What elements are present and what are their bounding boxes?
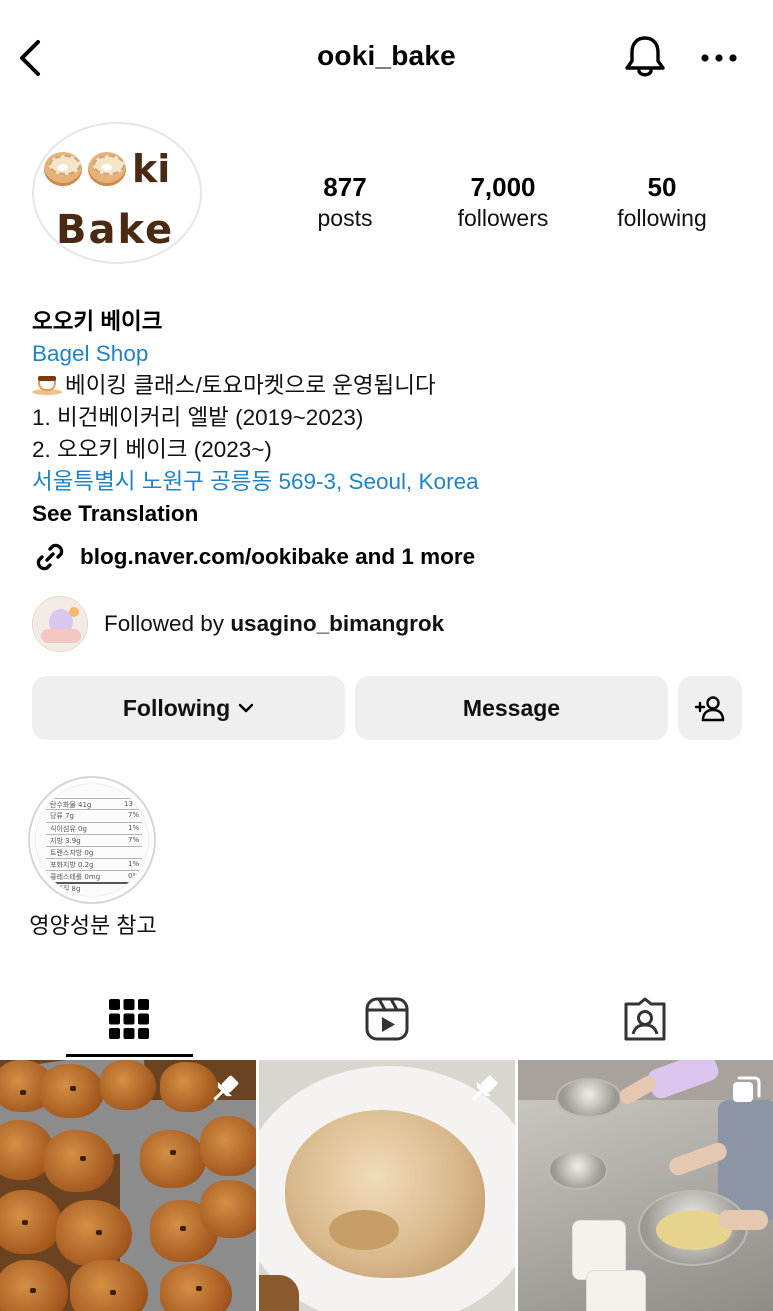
following-label: following <box>617 205 707 231</box>
profile-bio: 오오키 베이크 Bagel Shop 베이킹 클래스/토요마켓으로 운영됩니다 … <box>32 306 752 530</box>
link-icon <box>36 543 64 571</box>
post-thumbnail[interactable] <box>0 1060 256 1311</box>
coffee-cup-icon <box>32 375 62 395</box>
profile-tabs <box>0 980 773 1058</box>
tagged-icon <box>624 997 666 1041</box>
nutrition-line: 7% <box>128 811 140 819</box>
nutrition-line: 포화지방 0.2g <box>50 861 94 869</box>
logo-top-row: ki <box>44 150 170 188</box>
nutrition-line: 트랜스지방 0g <box>50 849 94 857</box>
nutrition-line: 당류 7g <box>50 812 75 820</box>
logo-bake-text: Bake <box>56 207 175 253</box>
bio-line-3: 2. 오오키 베이크 (2023~) <box>32 437 272 462</box>
following-count: 50 <box>647 172 677 202</box>
active-tab-indicator <box>66 1054 193 1057</box>
tab-reels[interactable] <box>258 980 516 1058</box>
nutrition-line: 식이섬유 0g <box>50 825 87 833</box>
multiple-photos-icon <box>733 1076 761 1102</box>
pin-icon <box>213 1075 239 1101</box>
reels-icon <box>365 997 409 1041</box>
see-translation-button[interactable]: See Translation <box>32 498 752 530</box>
nutrition-label-thumbnail: 탄수화물 41g 13 당류 7g 7% 식이섬유 0g 1% 지방 3.9g … <box>35 783 149 897</box>
bell-icon[interactable] <box>620 32 670 82</box>
followed-by-username[interactable]: usagino_bimangrok <box>230 611 444 636</box>
post-thumbnail[interactable] <box>259 1060 515 1311</box>
post-thumbnail[interactable] <box>518 1060 773 1311</box>
bio-line-1: 베이킹 클래스/토요마켓으로 운영됩니다 <box>32 370 752 402</box>
logo-ki-text: ki <box>132 147 171 191</box>
add-user-button[interactable] <box>678 676 742 740</box>
bagel-o-graphic <box>44 152 82 186</box>
following-button-label: Following <box>122 694 231 721</box>
tab-posts-grid[interactable] <box>0 980 258 1058</box>
following-button[interactable]: Following <box>32 676 345 740</box>
story-highlight[interactable]: 탄수화물 41g 13 당류 7g 7% 식이섬유 0g 1% 지방 3.9g … <box>28 776 156 904</box>
followed-by-text: Followed by usagino_bimangrok <box>104 611 444 637</box>
story-highlight-label[interactable]: 영양성분 참고 <box>0 908 186 940</box>
message-button[interactable]: Message <box>355 676 668 740</box>
external-link-row[interactable]: blog.naver.com/ookibake and 1 more <box>32 538 475 576</box>
nutrition-line: 1% <box>128 860 140 868</box>
avatar-logo: ki Bake <box>32 122 202 264</box>
tab-tagged[interactable] <box>516 980 773 1058</box>
posts-label: posts <box>317 205 373 231</box>
chevron-down-icon <box>238 703 254 713</box>
stat-followers[interactable]: 7,000 followers <box>440 172 566 234</box>
mutual-follower-avatar[interactable] <box>32 596 88 652</box>
top-bar: ooki_bake <box>0 0 773 116</box>
nutrition-line: 단백질 8g <box>50 885 81 893</box>
external-link-text[interactable]: blog.naver.com/ookibake and 1 more <box>80 544 475 570</box>
profile-avatar[interactable]: ki Bake <box>32 122 202 264</box>
nutrition-line: 콜레스테롤 0mg <box>50 873 101 881</box>
more-horizontal-icon[interactable] <box>697 40 741 76</box>
followed-by-prefix: Followed by <box>104 611 231 636</box>
bio-line-1-text: 베이킹 클래스/토요마켓으로 운영됩니다 <box>65 373 436 398</box>
grid-icon <box>109 999 149 1039</box>
nutrition-line: 지방 3.9g <box>50 837 81 845</box>
posts-count: 877 <box>323 172 367 202</box>
nutrition-line: 13 <box>124 800 133 808</box>
followers-label: followers <box>457 205 549 231</box>
pin-icon <box>472 1075 498 1101</box>
category-label[interactable]: Bagel Shop <box>32 338 752 370</box>
message-button-label: Message <box>462 694 561 721</box>
display-name: 오오키 베이크 <box>32 309 163 334</box>
nutrition-line: 0% <box>128 872 140 880</box>
followers-count: 7,000 <box>470 172 536 202</box>
stat-following[interactable]: 50 following <box>606 172 718 234</box>
followed-by-row[interactable]: Followed by usagino_bimangrok <box>32 596 444 652</box>
address-link[interactable]: 서울특별시 노원구 공릉동 569-3, Seoul, Korea <box>32 466 752 498</box>
nutrition-line: 14 <box>126 884 135 892</box>
bagel-o-graphic <box>88 152 126 186</box>
bio-line-2: 1. 비건베이커리 엘밭 (2019~2023) <box>32 405 364 430</box>
stat-posts[interactable]: 877 posts <box>300 172 390 234</box>
nutrition-line: 1% <box>128 824 140 832</box>
add-user-icon <box>694 696 725 722</box>
nutrition-line: 7% <box>128 836 140 844</box>
